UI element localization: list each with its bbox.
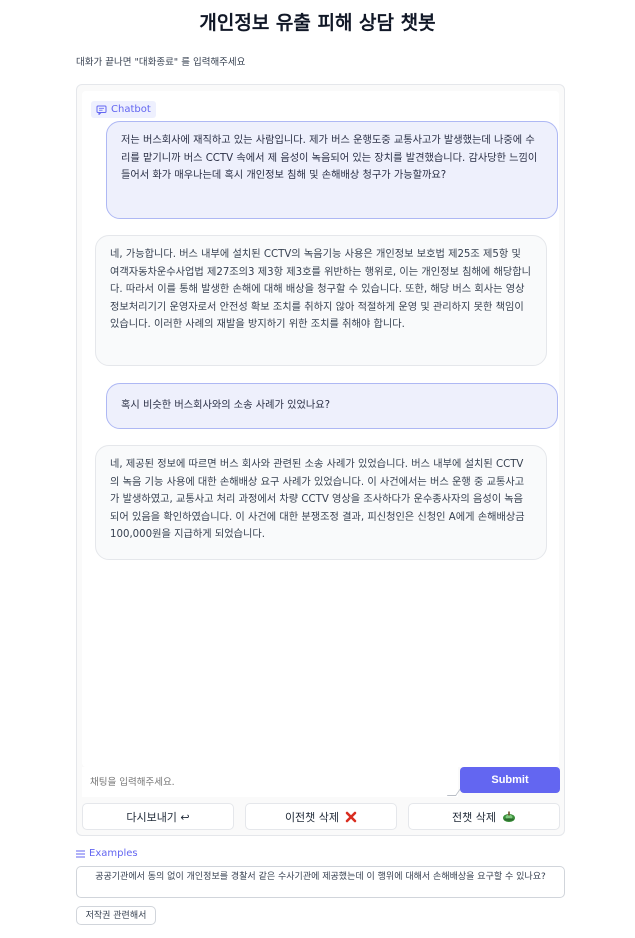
submit-button[interactable]: Submit	[460, 767, 560, 793]
retry-button-label: 다시보내기 ↩	[126, 810, 190, 824]
bot-message-text: 네, 제공된 정보에 따르면 버스 회사와 관련된 소송 사례가 있었습니다. …	[110, 459, 525, 540]
examples-label-text: Examples	[89, 848, 138, 859]
undo-button[interactable]: 이전챗 삭제	[245, 803, 397, 830]
user-message: 혹시 비슷한 버스회사와의 소송 사례가 있었나요?	[106, 383, 558, 429]
clear-button[interactable]: 전챗 삭제	[408, 803, 560, 830]
user-message-text: 저는 버스회사에 재직하고 있는 사람입니다. 제가 버스 운행도중 교통사고가…	[121, 135, 538, 181]
example-item[interactable]: 저작권 관련해서	[76, 906, 156, 925]
user-message: 저는 버스회사에 재직하고 있는 사람입니다. 제가 버스 운행도중 교통사고가…	[106, 121, 558, 219]
input-row: Submit	[82, 767, 560, 797]
chat-history: Chatbot 저는 버스회사에 재직하고 있는 사람입니다. 제가 버스 운행…	[82, 91, 559, 767]
bot-message-text: 네, 가능합니다. 버스 내부에 설치된 CCTV의 녹음기능 사용은 개인정보…	[110, 249, 531, 330]
list-icon	[76, 850, 85, 858]
clear-button-label: 전챗 삭제	[452, 810, 496, 824]
page-description: 대화가 끝나면 "대화종료" 를 입력해주세요	[76, 57, 246, 68]
bot-message: 네, 가능합니다. 버스 내부에 설치된 CCTV의 녹음기능 사용은 개인정보…	[95, 235, 547, 366]
red-x-icon	[345, 811, 357, 823]
chatbot-label: Chatbot	[91, 101, 156, 118]
chat-panel: Chatbot 저는 버스회사에 재직하고 있는 사람입니다. 제가 버스 운행…	[76, 84, 565, 836]
page-title: 개인정보 유출 피해 상담 챗봇	[199, 12, 436, 34]
chat-bubble-icon	[96, 105, 107, 115]
action-button-row: 다시보내기 ↩ 이전챗 삭제 전챗 삭제	[82, 803, 561, 831]
undo-button-label: 이전챗 삭제	[284, 810, 340, 824]
chat-input[interactable]	[82, 767, 458, 797]
broom-icon	[502, 811, 516, 823]
bot-message: 네, 제공된 정보에 따르면 버스 회사와 관련된 소송 사례가 있었습니다. …	[95, 445, 547, 560]
example-item[interactable]: 공공기관에서 동의 없이 개인정보를 경찰서 같은 수사기관에 제공했는데 이 …	[76, 866, 565, 898]
example-item-text: 공공기관에서 동의 없이 개인정보를 경찰서 같은 수사기관에 제공했는데 이 …	[95, 872, 546, 882]
chatbot-label-text: Chatbot	[111, 104, 151, 115]
examples-label: Examples	[76, 848, 138, 859]
user-message-text: 혹시 비슷한 버스회사와의 소송 사례가 있었나요?	[121, 400, 331, 411]
retry-button[interactable]: 다시보내기 ↩	[82, 803, 234, 830]
example-item-text: 저작권 관련해서	[85, 911, 147, 921]
